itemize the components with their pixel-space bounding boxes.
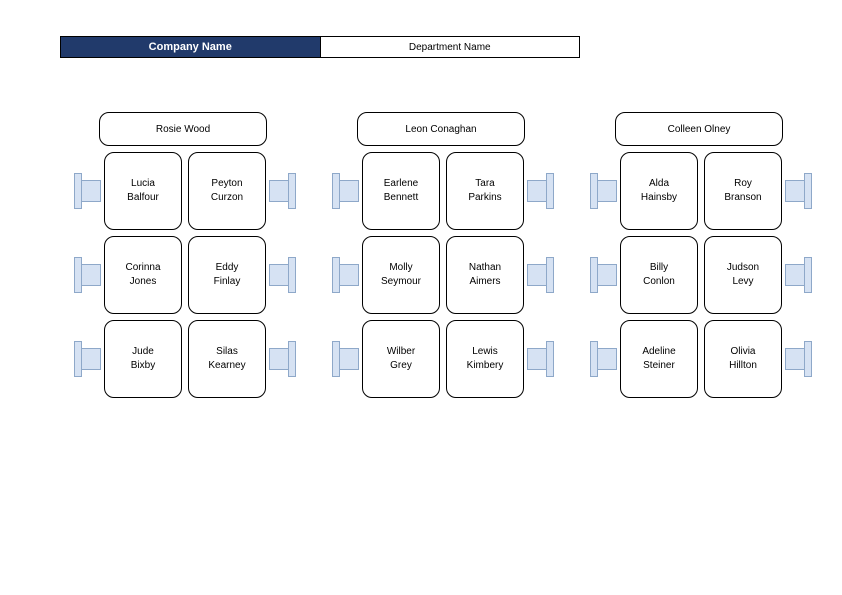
seat-card: Olivia Hillton (704, 320, 782, 398)
cluster-rows: Lucia Balfour Peyton Curzon Corinna Jone… (80, 152, 286, 398)
chair-icon (74, 341, 100, 377)
header-row: Company Name Department Name (60, 36, 580, 58)
chair-icon (786, 341, 812, 377)
cluster-rows: Alda Hainsby Roy Branson Billy Conlon Ju… (596, 152, 802, 398)
chair-icon (74, 173, 100, 209)
seat-card: Corinna Jones (104, 236, 182, 314)
seat-row: Corinna Jones Eddy Finlay (80, 236, 286, 314)
seat-card: Molly Seymour (362, 236, 440, 314)
seating-chart-page: Company Name Department Name Rosie Wood … (0, 0, 842, 595)
chair-icon (270, 341, 296, 377)
chair-icon (332, 341, 358, 377)
seat-card: Silas Kearney (188, 320, 266, 398)
chair-icon (528, 173, 554, 209)
cluster-rows: Earlene Bennett Tara Parkins Molly Seymo… (338, 152, 544, 398)
chair-icon (270, 257, 296, 293)
cluster-0: Rosie Wood Lucia Balfour Peyton Curzon C… (80, 112, 286, 398)
seat-card: Eddy Finlay (188, 236, 266, 314)
seat-card: Tara Parkins (446, 152, 524, 230)
seat-card: Peyton Curzon (188, 152, 266, 230)
chair-icon (590, 173, 616, 209)
seat-card: Earlene Bennett (362, 152, 440, 230)
seat-card: Jude Bixby (104, 320, 182, 398)
seat-card: Adeline Steiner (620, 320, 698, 398)
seat-card: Judson Levy (704, 236, 782, 314)
seat-row: Wilber Grey Lewis Kimbery (338, 320, 544, 398)
seat-row: Earlene Bennett Tara Parkins (338, 152, 544, 230)
seat-row: Lucia Balfour Peyton Curzon (80, 152, 286, 230)
seat-card: Roy Branson (704, 152, 782, 230)
seat-card: Nathan Aimers (446, 236, 524, 314)
seat-card: Lucia Balfour (104, 152, 182, 230)
seat-card: Billy Conlon (620, 236, 698, 314)
seat-row: Jude Bixby Silas Kearney (80, 320, 286, 398)
chair-icon (528, 257, 554, 293)
seat-row: Alda Hainsby Roy Branson (596, 152, 802, 230)
seat-row: Adeline Steiner Olivia Hillton (596, 320, 802, 398)
seat-card: Alda Hainsby (620, 152, 698, 230)
chair-icon (590, 341, 616, 377)
cluster-head: Colleen Olney (615, 112, 783, 146)
chair-icon (332, 173, 358, 209)
department-name-cell: Department Name (321, 36, 581, 58)
cluster-head: Leon Conaghan (357, 112, 525, 146)
cluster-head: Rosie Wood (99, 112, 267, 146)
chair-icon (74, 257, 100, 293)
seat-row: Billy Conlon Judson Levy (596, 236, 802, 314)
seat-card: Lewis Kimbery (446, 320, 524, 398)
seat-card: Wilber Grey (362, 320, 440, 398)
chair-icon (590, 257, 616, 293)
chair-icon (786, 173, 812, 209)
chair-icon (270, 173, 296, 209)
chair-icon (332, 257, 358, 293)
cluster-1: Leon Conaghan Earlene Bennett Tara Parki… (338, 112, 544, 398)
seating-clusters: Rosie Wood Lucia Balfour Peyton Curzon C… (80, 112, 802, 398)
chair-icon (528, 341, 554, 377)
company-name-cell: Company Name (60, 36, 321, 58)
seat-row: Molly Seymour Nathan Aimers (338, 236, 544, 314)
cluster-2: Colleen Olney Alda Hainsby Roy Branson B… (596, 112, 802, 398)
chair-icon (786, 257, 812, 293)
